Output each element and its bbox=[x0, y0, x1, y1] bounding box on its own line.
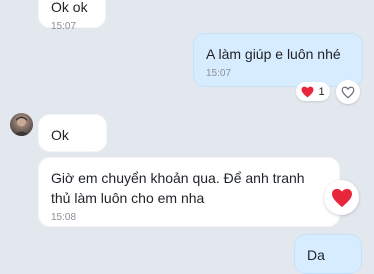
message-time: 15:08 bbox=[51, 212, 77, 223]
heart-icon bbox=[301, 86, 314, 97]
message-text: Giờ em chuyển khoản qua. Để anh tranh th… bbox=[51, 170, 305, 206]
message-text: Ok bbox=[51, 127, 69, 143]
message-time: 15:07 bbox=[206, 68, 232, 79]
heart-icon bbox=[331, 188, 352, 207]
heart-reaction-button[interactable] bbox=[324, 180, 359, 215]
reaction-count-badge[interactable]: 1 bbox=[296, 82, 330, 101]
message-bubble-outgoing[interactable]: A làm giúp e luôn nhé 15:07 bbox=[193, 33, 363, 87]
message-bubble-incoming[interactable]: Giờ em chuyển khoản qua. Để anh tranh th… bbox=[38, 157, 340, 227]
heart-outline-icon bbox=[341, 86, 355, 99]
message-time: 15:07 bbox=[51, 21, 77, 32]
message-bubble-incoming[interactable]: Ok ok 15:07 bbox=[38, 0, 106, 32]
message-bubble-outgoing[interactable]: Da bbox=[294, 234, 362, 274]
message-bubble-incoming[interactable]: Ok bbox=[38, 114, 107, 152]
reaction-count: 1 bbox=[318, 85, 325, 98]
react-button[interactable] bbox=[336, 80, 360, 104]
message-text: Ok ok bbox=[51, 0, 88, 15]
avatar-image bbox=[13, 116, 30, 136]
message-text: Da bbox=[307, 247, 325, 263]
user-avatar[interactable] bbox=[10, 113, 33, 136]
message-text: A làm giúp e luôn nhé bbox=[206, 46, 341, 62]
